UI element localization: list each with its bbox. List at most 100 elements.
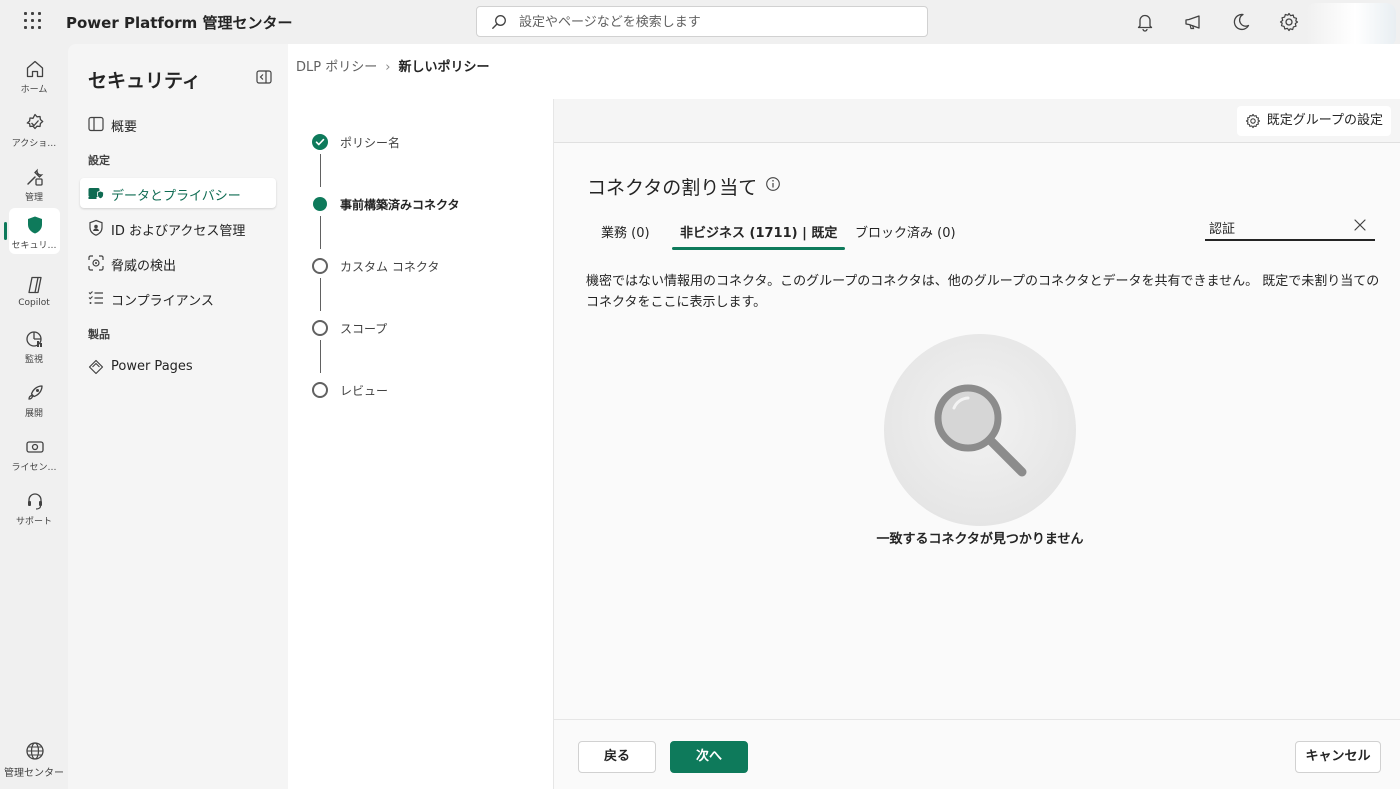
rail-label: 管理センター bbox=[4, 768, 64, 779]
step-label: 事前構築済みコネクタ bbox=[340, 198, 460, 212]
security-title: セキュリティ bbox=[88, 70, 201, 92]
monitor-icon bbox=[26, 331, 42, 347]
rail-item-license[interactable]: ライセン… bbox=[0, 430, 68, 482]
nav-item-identity-access[interactable]: ID およびアクセス管理 bbox=[80, 213, 276, 243]
step-label: カスタム コネクタ bbox=[340, 260, 440, 274]
step-connector bbox=[320, 216, 321, 249]
collapse-panel-icon[interactable] bbox=[256, 70, 272, 84]
nav-item-label: データとプライバシー bbox=[111, 189, 241, 204]
threat-detection-icon bbox=[88, 255, 104, 271]
step-pending-icon bbox=[312, 258, 328, 274]
step-label: ポリシー名 bbox=[340, 136, 401, 150]
rail-item-manage[interactable]: 管理 bbox=[0, 160, 68, 212]
nav-item-label: 脅威の検出 bbox=[111, 259, 177, 274]
nav-item-power-pages[interactable]: Power Pages bbox=[80, 352, 276, 382]
connector-filter[interactable] bbox=[1205, 213, 1375, 241]
breadcrumb-current: 新しいポリシー bbox=[398, 60, 490, 75]
default-group-settings-button[interactable]: 既定グループの設定 bbox=[1236, 106, 1391, 136]
breadcrumb-dlp-policies[interactable]: DLP ポリシー bbox=[296, 60, 377, 75]
tab-non-business[interactable]: 非ビジネス (1711) | 既定 bbox=[672, 212, 846, 250]
compliance-list-icon bbox=[88, 291, 103, 304]
support-icon bbox=[28, 493, 42, 510]
step-label: レビュー bbox=[340, 384, 389, 398]
step-current-icon bbox=[313, 197, 327, 211]
rail-item-home[interactable]: ホーム bbox=[0, 52, 68, 104]
gear-icon bbox=[1245, 113, 1260, 129]
default-group-settings-label: 既定グループの設定 bbox=[1266, 113, 1383, 128]
rail-label: 監視 bbox=[24, 355, 43, 365]
content-toolbar: 既定グループの設定 bbox=[554, 99, 1400, 143]
tab-blocked[interactable]: ブロック済み (0) bbox=[847, 212, 964, 250]
app-launcher-icon[interactable] bbox=[24, 12, 44, 32]
bell-icon[interactable] bbox=[1134, 11, 1156, 33]
nav-item-data-privacy[interactable]: データとプライバシー bbox=[80, 178, 276, 208]
breadcrumb: DLP ポリシー › 新しいポリシー bbox=[296, 56, 489, 75]
tab-label: ブロック済み (0) bbox=[855, 226, 956, 241]
empty-state-message: 一致するコネクタが見つかりません bbox=[876, 532, 1084, 547]
overview-icon bbox=[88, 116, 104, 132]
clear-icon[interactable] bbox=[1353, 218, 1367, 232]
data-privacy-icon bbox=[88, 188, 104, 200]
megaphone-icon[interactable] bbox=[1182, 11, 1204, 33]
rail-item-action[interactable]: アクショ… bbox=[0, 106, 68, 158]
step-connector bbox=[320, 278, 321, 311]
license-icon bbox=[26, 441, 44, 453]
rail-item-security[interactable]: セキュリ… bbox=[0, 208, 68, 260]
left-rail: ホーム アクショ… 管理 セキュリ… Copilot 監視 展開 ライセン… サ… bbox=[0, 44, 68, 789]
cancel-button[interactable]: キャンセル bbox=[1295, 741, 1381, 773]
top-bar: Power Platform 管理センター bbox=[0, 0, 1400, 47]
empty-state-illustration bbox=[884, 334, 1076, 526]
moon-icon[interactable] bbox=[1230, 11, 1252, 33]
avatar[interactable] bbox=[1306, 3, 1396, 47]
rail-label: セキュリ… bbox=[11, 241, 57, 251]
nav-item-label: ID およびアクセス管理 bbox=[111, 224, 246, 239]
rail-label: アクショ… bbox=[11, 139, 57, 149]
rocket-icon bbox=[28, 385, 43, 400]
nav-item-label: コンプライアンス bbox=[111, 294, 214, 309]
next-button[interactable]: 次へ bbox=[670, 741, 748, 773]
magnifier-icon bbox=[934, 384, 1027, 477]
tab-label: 業務 (0) bbox=[601, 226, 650, 241]
rail-item-admin-centers[interactable]: 管理センター bbox=[0, 734, 68, 786]
step-pending-icon bbox=[312, 382, 328, 398]
search-input[interactable] bbox=[519, 12, 899, 32]
home-icon bbox=[26, 60, 44, 78]
rail-label: ライセン… bbox=[11, 463, 57, 473]
section-title: コネクタの割り当て bbox=[587, 177, 758, 199]
rail-item-deploy[interactable]: 展開 bbox=[0, 376, 68, 428]
back-button[interactable]: 戻る bbox=[578, 741, 656, 773]
info-icon[interactable] bbox=[765, 176, 781, 192]
power-pages-icon bbox=[88, 359, 104, 375]
nav-item-label: 概要 bbox=[111, 120, 138, 135]
section-header-settings: 設定 bbox=[88, 154, 110, 167]
rail-item-support[interactable]: サポート bbox=[0, 484, 68, 536]
chevron-right-icon: › bbox=[385, 60, 391, 75]
section-header-products: 製品 bbox=[88, 328, 110, 341]
connector-search-input[interactable] bbox=[1209, 217, 1339, 237]
rail-label: 管理 bbox=[24, 193, 43, 203]
step-pending-icon bbox=[312, 320, 328, 336]
security-panel: セキュリティ 概要 設定 データとプライバシー ID およびアクセス管理 脅威の… bbox=[68, 44, 288, 789]
app-title[interactable]: Power Platform 管理センター bbox=[66, 12, 292, 33]
step-label: スコープ bbox=[340, 322, 388, 336]
globe-icon bbox=[26, 742, 44, 760]
tab-label: 非ビジネス (1711) | 既定 bbox=[680, 226, 838, 241]
action-icon bbox=[26, 113, 44, 130]
rail-item-copilot[interactable]: Copilot bbox=[0, 268, 68, 320]
copilot-icon bbox=[28, 276, 42, 294]
tab-business[interactable]: 業務 (0) bbox=[593, 212, 658, 250]
connector-assignment-panel: 既定グループの設定 コネクタの割り当て 業務 (0) 非ビジネス (1711) … bbox=[553, 99, 1400, 789]
search-icon bbox=[492, 15, 506, 29]
manage-icon bbox=[27, 168, 44, 186]
step-connector bbox=[320, 340, 321, 373]
nav-item-overview[interactable]: 概要 bbox=[80, 109, 276, 139]
gear-icon[interactable] bbox=[1278, 11, 1300, 33]
rail-item-monitor[interactable]: 監視 bbox=[0, 322, 68, 374]
nav-item-label: Power Pages bbox=[111, 359, 193, 374]
global-search[interactable] bbox=[476, 6, 928, 37]
nav-item-threat-detection[interactable]: 脅威の検出 bbox=[80, 248, 276, 278]
wizard-stepper: ポリシー名 事前構築済みコネクタ カスタム コネクタ スコープ レビュー bbox=[288, 99, 553, 789]
wizard-footer: 戻る 次へ キャンセル bbox=[554, 719, 1400, 789]
rail-label: ホーム bbox=[20, 85, 48, 95]
nav-item-compliance[interactable]: コンプライアンス bbox=[80, 283, 276, 313]
